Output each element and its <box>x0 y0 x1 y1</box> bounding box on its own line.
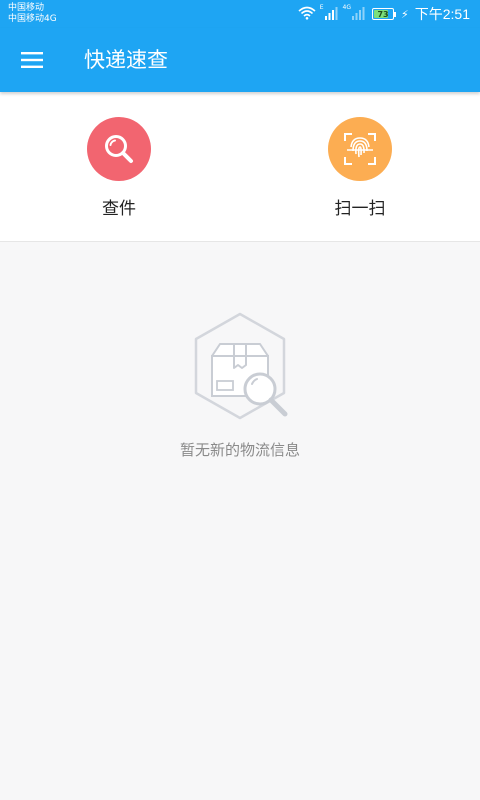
scan-button[interactable]: 扫一扫 <box>300 117 420 227</box>
search-icon[interactable] <box>87 117 151 181</box>
signal-type-label-1: E <box>319 4 324 11</box>
carrier-secondary: 中国移动4G <box>8 14 57 24</box>
app-toolbar: 快递速查 <box>0 28 480 92</box>
signal-strength-icon-1 <box>324 5 339 24</box>
query-label: 查件 <box>102 199 136 219</box>
fingerprint-scan-icon[interactable] <box>328 117 392 181</box>
signal-strength-icon-2 <box>352 5 366 24</box>
action-panel: 查件 扫一扫 <box>0 92 480 242</box>
scan-label: 扫一扫 <box>334 199 386 219</box>
empty-message: 暂无新的物流信息 <box>179 441 300 459</box>
app-root: 中国移动 中国移动4G E 4G 73 ⚡ 下午2:51 快递速查 查件 扫一扫… <box>0 0 480 800</box>
carrier-primary: 中国移动 <box>8 3 45 13</box>
status-bar: 中国移动 中国移动4G E 4G 73 ⚡ 下午2:51 <box>0 0 480 28</box>
package-search-icon <box>194 312 288 420</box>
charging-icon: ⚡ <box>401 7 409 21</box>
page-title: 快递速查 <box>84 48 168 72</box>
wifi-icon <box>298 5 316 24</box>
query-button[interactable]: 查件 <box>59 117 179 227</box>
battery-icon: 73 <box>372 8 397 20</box>
battery-level: 73 <box>377 9 389 19</box>
hamburger-menu-icon[interactable] <box>12 40 52 80</box>
status-time: 下午2:51 <box>414 6 470 22</box>
signal-type-label-2: 4G <box>342 4 352 11</box>
status-indicators: E 4G 73 ⚡ 下午2:51 <box>298 5 470 23</box>
empty-state: 暂无新的物流信息 <box>0 310 480 460</box>
